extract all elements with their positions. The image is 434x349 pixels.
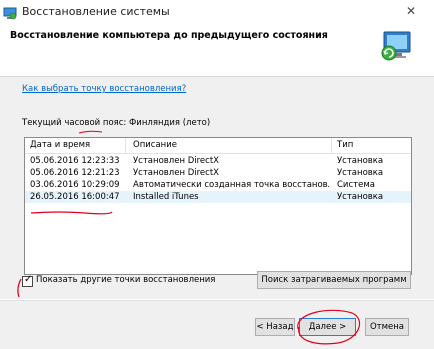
checkmark-icon: ✓ [24, 274, 33, 285]
annotation-underline [30, 211, 113, 215]
restore-computer-icon [381, 31, 411, 61]
close-icon: ✕ [405, 4, 417, 18]
annotation-circle [297, 309, 361, 345]
scan-affected-programs-button[interactable]: Поиск затрагиваемых программ [257, 271, 411, 289]
row-type: Установка [337, 156, 384, 166]
row-description: Установлен DirectX [133, 156, 219, 166]
close-button[interactable]: ✕ [400, 2, 422, 20]
show-other-label[interactable]: Показать другие точки восстановления [36, 275, 215, 285]
annotation-mark [78, 130, 103, 134]
row-description: Автоматически созданная точка восстановл… [133, 180, 329, 190]
row-description: Установлен DirectX [133, 168, 219, 178]
table-row[interactable]: 05.06.2016 12:23:33 Установлен DirectX У… [25, 155, 411, 167]
page-title: Восстановление компьютера до предыдущего… [10, 30, 328, 41]
title-bar: Восстановление системы ✕ [0, 0, 434, 26]
timezone-label: Текущий часовой пояс: Финляндия (лето) [22, 118, 211, 128]
row-description: Installed iTunes [133, 192, 199, 202]
window-title: Восстановление системы [22, 5, 170, 18]
wizard-body: Как выбрать точку восстановления? Текущи… [0, 77, 434, 299]
table-row-selected[interactable]: 26.05.2016 16:00:47 Installed iTunes Уст… [25, 191, 411, 203]
row-type: Установка [337, 168, 384, 178]
help-link[interactable]: Как выбрать точку восстановления? [22, 84, 186, 94]
cancel-button[interactable]: Отмена [365, 318, 409, 336]
row-type: Установка [337, 192, 384, 202]
row-type: Система [337, 180, 375, 190]
wizard-footer: < Назад Далее > Отмена [0, 300, 434, 349]
system-restore-window: Восстановление системы ✕ Восстановление … [0, 0, 434, 349]
row-date: 26.05.2016 16:00:47 [30, 192, 120, 202]
system-restore-icon [3, 7, 17, 20]
row-date: 03.06.2016 10:29:09 [30, 180, 120, 190]
table-header: Дата и время Описание Тип [25, 138, 411, 154]
back-button[interactable]: < Назад [255, 318, 295, 336]
row-date: 05.06.2016 12:23:33 [30, 156, 120, 166]
restore-points-table[interactable]: Дата и время Описание Тип 05.06.2016 12:… [24, 137, 412, 275]
wizard-header: Восстановление компьютера до предыдущего… [0, 26, 434, 77]
column-header-date[interactable]: Дата и время [30, 140, 90, 150]
column-header-type[interactable]: Тип [337, 140, 353, 150]
column-header-description[interactable]: Описание [133, 140, 177, 150]
show-other-checkbox[interactable]: ✓ [22, 274, 33, 287]
table-row[interactable]: 03.06.2016 10:29:09 Автоматически создан… [25, 179, 411, 191]
table-row[interactable]: 05.06.2016 12:21:23 Установлен DirectX У… [25, 167, 411, 179]
row-date: 05.06.2016 12:21:23 [30, 168, 120, 178]
